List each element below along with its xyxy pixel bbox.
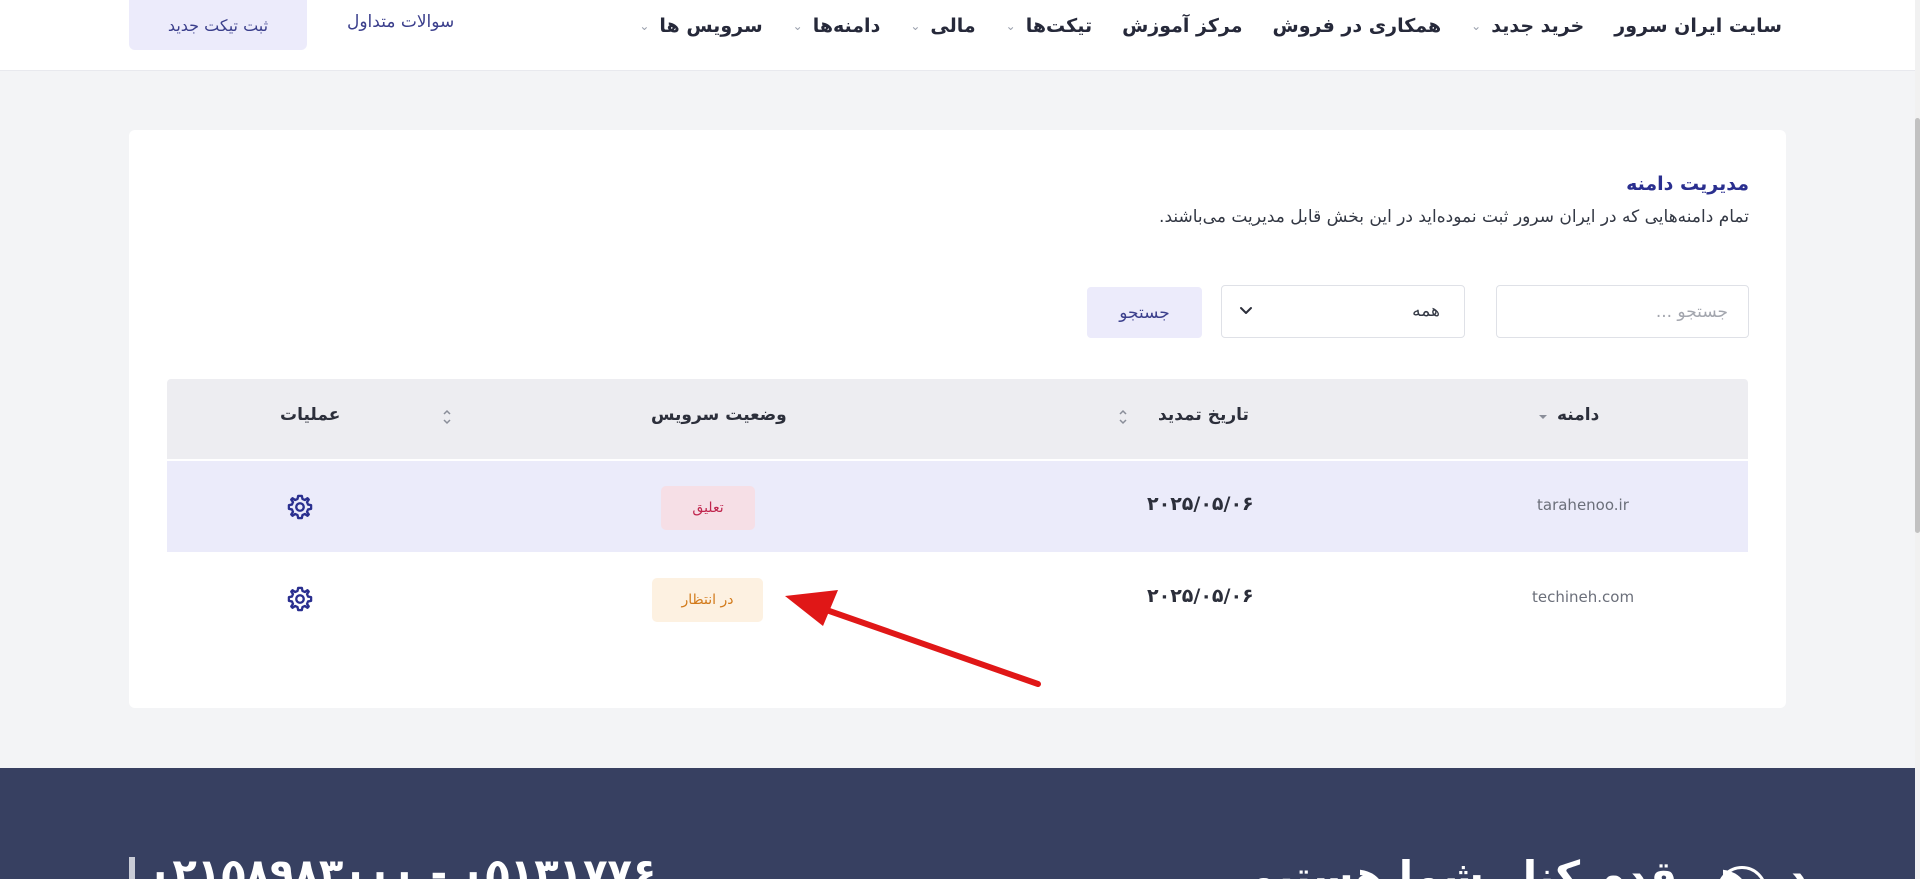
column-header-domain[interactable]: دامنه	[1557, 405, 1599, 425]
nav-item-new-purchase[interactable]: خرید جدید ⌄	[1471, 15, 1584, 37]
status-filter-value: همه	[1412, 301, 1440, 321]
nav-item-affiliate[interactable]: همکاری در فروش	[1273, 15, 1442, 37]
status-badge: تعلیق	[661, 486, 755, 530]
nav-label: مالی	[930, 15, 976, 37]
nav-label: همکاری در فروش	[1272, 15, 1442, 37]
table-header: دامنه تاریخ تمدید وضعیت سرویس عملیات	[167, 379, 1748, 459]
nav-label: سرویس ها	[659, 15, 763, 37]
domain-management-card: مدیریت دامنه تمام دامنه‌هایی که در ایران…	[129, 130, 1786, 708]
gear-icon[interactable]	[286, 585, 314, 613]
status-filter-select[interactable]: همه	[1221, 285, 1465, 338]
sort-desc-icon[interactable]	[1537, 406, 1549, 428]
chevron-down-icon: ⌄	[1471, 19, 1482, 33]
sort-icon[interactable]	[1117, 406, 1129, 428]
renewal-date: ۲۰۲۵/۰۵/۰۶	[1147, 585, 1254, 607]
faq-link[interactable]: سوالات متداول	[347, 12, 454, 32]
nav-item-learning-center[interactable]: مرکز آموزش	[1122, 15, 1242, 37]
page-title: مدیریت دامنه	[1626, 173, 1749, 195]
sort-icon[interactable]	[441, 406, 453, 428]
main-nav: سرویس ها ⌄ دامنه‌ها ⌄ مالی ⌄ تیکت‌ها ⌄ م…	[639, 10, 1782, 42]
nav-item-services[interactable]: سرویس ها ⌄	[639, 15, 762, 37]
gear-icon[interactable]	[286, 493, 314, 521]
status-badge: در انتظار	[652, 578, 763, 622]
renewal-date: ۲۰۲۵/۰۵/۰۶	[1147, 493, 1254, 515]
search-input[interactable]	[1496, 285, 1749, 338]
nav-item-tickets[interactable]: تیکت‌ها ⌄	[1006, 15, 1092, 37]
domain-name[interactable]: tarahenoo.ir	[1537, 496, 1629, 514]
page-subtitle: تمام دامنه‌هایی که در ایران سرور ثبت نمو…	[1159, 207, 1749, 227]
footer-phone-numbers[interactable]: ۰۵۱۳۱۷۷۶ - ۰۲۱۵۸۹۸۳۰۰۰	[148, 851, 656, 879]
nav-item-domains[interactable]: دامنه‌ها ⌄	[793, 15, 881, 37]
table-row: techineh.com ۲۰۲۵/۰۵/۰۶ در انتظار	[167, 553, 1748, 644]
chevron-down-icon: ⌄	[910, 19, 921, 33]
new-ticket-button[interactable]: ثبت تیکت جدید	[129, 0, 307, 50]
top-navigation-bar: سرویس ها ⌄ دامنه‌ها ⌄ مالی ⌄ تیکت‌ها ⌄ م…	[0, 0, 1915, 71]
footer-divider	[129, 857, 135, 879]
search-button[interactable]: جستجو	[1087, 287, 1202, 338]
nav-label: خرید جدید	[1491, 15, 1585, 37]
column-header-renewal-date[interactable]: تاریخ تمدید	[1158, 405, 1249, 425]
column-header-actions: عملیات	[280, 405, 341, 425]
nav-item-iranserver-site[interactable]: سایت ایران سرور	[1614, 15, 1782, 37]
nav-label: تیکت‌ها	[1025, 15, 1093, 37]
nav-label: سایت ایران سرور	[1614, 15, 1782, 37]
nav-label: مرکز آموزش	[1122, 15, 1243, 37]
chevron-down-icon	[1240, 307, 1252, 314]
chevron-down-icon: ⌄	[792, 19, 803, 33]
chevron-down-icon: ⌄	[1005, 19, 1016, 33]
domain-name[interactable]: techineh.com	[1532, 588, 1634, 606]
nav-item-finance[interactable]: مالی ⌄	[910, 15, 975, 37]
column-header-status[interactable]: وضعیت سرویس	[651, 405, 787, 425]
scrollbar-thumb[interactable]	[1915, 118, 1920, 533]
chevron-down-icon: ⌄	[639, 19, 650, 33]
table-row: tarahenoo.ir ۲۰۲۵/۰۵/۰۶ تعلیق	[167, 461, 1748, 552]
nav-label: دامنه‌ها	[812, 15, 881, 37]
